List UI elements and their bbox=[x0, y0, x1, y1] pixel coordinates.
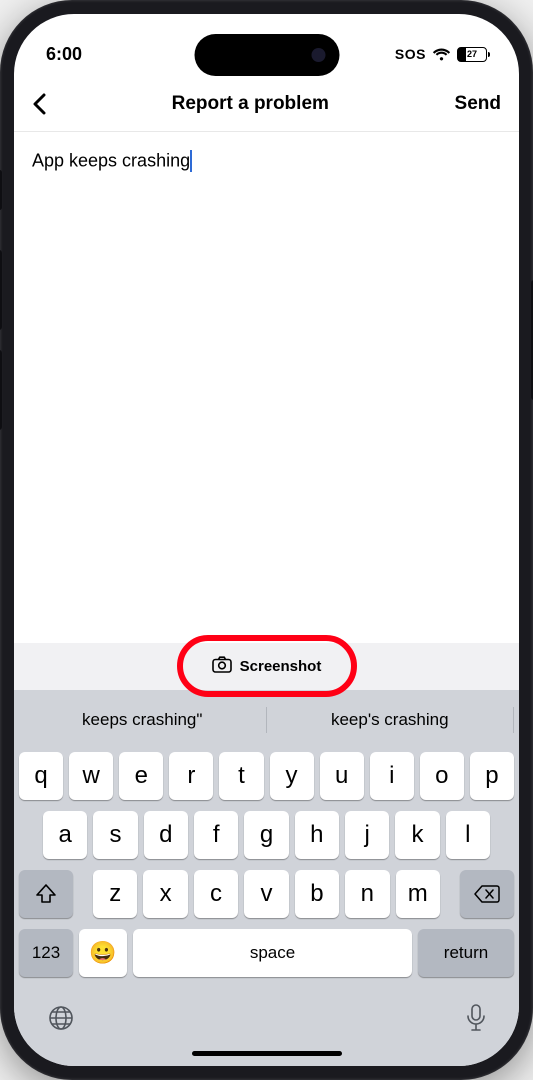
key-m[interactable]: m bbox=[396, 870, 440, 918]
key-w[interactable]: w bbox=[69, 752, 113, 800]
camera-dot bbox=[311, 48, 325, 62]
side-button bbox=[0, 170, 2, 210]
camera-icon bbox=[212, 656, 232, 677]
key-r[interactable]: r bbox=[169, 752, 213, 800]
key-x[interactable]: x bbox=[143, 870, 187, 918]
content-area[interactable]: App keeps crashing bbox=[14, 132, 519, 643]
mic-icon[interactable] bbox=[466, 1004, 486, 1037]
page-title: Report a problem bbox=[172, 93, 329, 115]
screenshot-button[interactable]: Screenshot bbox=[212, 656, 322, 677]
divider bbox=[513, 707, 514, 733]
screenshot-label: Screenshot bbox=[240, 658, 322, 675]
battery-icon: 27 bbox=[457, 47, 487, 62]
screenshot-bar: Screenshot bbox=[14, 643, 519, 690]
key-c[interactable]: c bbox=[194, 870, 238, 918]
wifi-icon bbox=[432, 47, 451, 61]
numbers-key[interactable]: 123 bbox=[19, 929, 73, 977]
key-a[interactable]: a bbox=[43, 811, 87, 859]
key-f[interactable]: f bbox=[194, 811, 238, 859]
key-k[interactable]: k bbox=[395, 811, 439, 859]
key-b[interactable]: b bbox=[295, 870, 339, 918]
key-o[interactable]: o bbox=[420, 752, 464, 800]
keyboard-row-4: 123 😀 space return bbox=[19, 929, 514, 977]
suggestion-2[interactable]: keep's crashing bbox=[267, 710, 514, 730]
key-h[interactable]: h bbox=[295, 811, 339, 859]
key-d[interactable]: d bbox=[144, 811, 188, 859]
sos-indicator: SOS bbox=[395, 46, 426, 62]
status-right: SOS 27 bbox=[395, 46, 487, 62]
key-t[interactable]: t bbox=[219, 752, 263, 800]
key-j[interactable]: j bbox=[345, 811, 389, 859]
phone-frame: 6:00 SOS 27 Report a problem Send App ke… bbox=[0, 0, 533, 1080]
backspace-key[interactable] bbox=[460, 870, 514, 918]
status-time: 6:00 bbox=[46, 44, 82, 65]
key-e[interactable]: e bbox=[119, 752, 163, 800]
keyboard-bottom-row bbox=[19, 988, 514, 1037]
dynamic-island bbox=[194, 34, 339, 76]
key-g[interactable]: g bbox=[244, 811, 288, 859]
space-key[interactable]: space bbox=[133, 929, 412, 977]
shift-key[interactable] bbox=[19, 870, 73, 918]
send-button[interactable]: Send bbox=[455, 93, 501, 115]
volume-down-button bbox=[0, 350, 2, 430]
keyboard-row-3: z x c v b n m bbox=[19, 870, 514, 918]
battery-percentage: 27 bbox=[458, 49, 486, 59]
return-key[interactable]: return bbox=[418, 929, 514, 977]
key-n[interactable]: n bbox=[345, 870, 389, 918]
key-u[interactable]: u bbox=[320, 752, 364, 800]
keyboard-suggestions: keeps crashing" keep's crashing bbox=[19, 698, 514, 742]
problem-text-input[interactable]: App keeps crashing bbox=[32, 151, 190, 171]
emoji-key[interactable]: 😀 bbox=[79, 929, 127, 977]
keyboard-row-2: a s d f g h j k l bbox=[19, 811, 514, 859]
globe-icon[interactable] bbox=[47, 1004, 75, 1037]
navigation-bar: Report a problem Send bbox=[14, 76, 519, 132]
volume-up-button bbox=[0, 250, 2, 330]
back-button[interactable] bbox=[32, 93, 46, 115]
key-s[interactable]: s bbox=[93, 811, 137, 859]
text-cursor bbox=[190, 150, 192, 172]
key-y[interactable]: y bbox=[270, 752, 314, 800]
keyboard-row-1: q w e r t y u i o p bbox=[19, 752, 514, 800]
key-i[interactable]: i bbox=[370, 752, 414, 800]
key-l[interactable]: l bbox=[446, 811, 490, 859]
keyboard: keeps crashing" keep's crashing q w e r … bbox=[14, 690, 519, 1066]
home-indicator[interactable] bbox=[192, 1051, 342, 1056]
key-p[interactable]: p bbox=[470, 752, 514, 800]
key-q[interactable]: q bbox=[19, 752, 63, 800]
screen: 6:00 SOS 27 Report a problem Send App ke… bbox=[14, 14, 519, 1066]
suggestion-1[interactable]: keeps crashing" bbox=[19, 710, 266, 730]
key-v[interactable]: v bbox=[244, 870, 288, 918]
key-z[interactable]: z bbox=[93, 870, 137, 918]
